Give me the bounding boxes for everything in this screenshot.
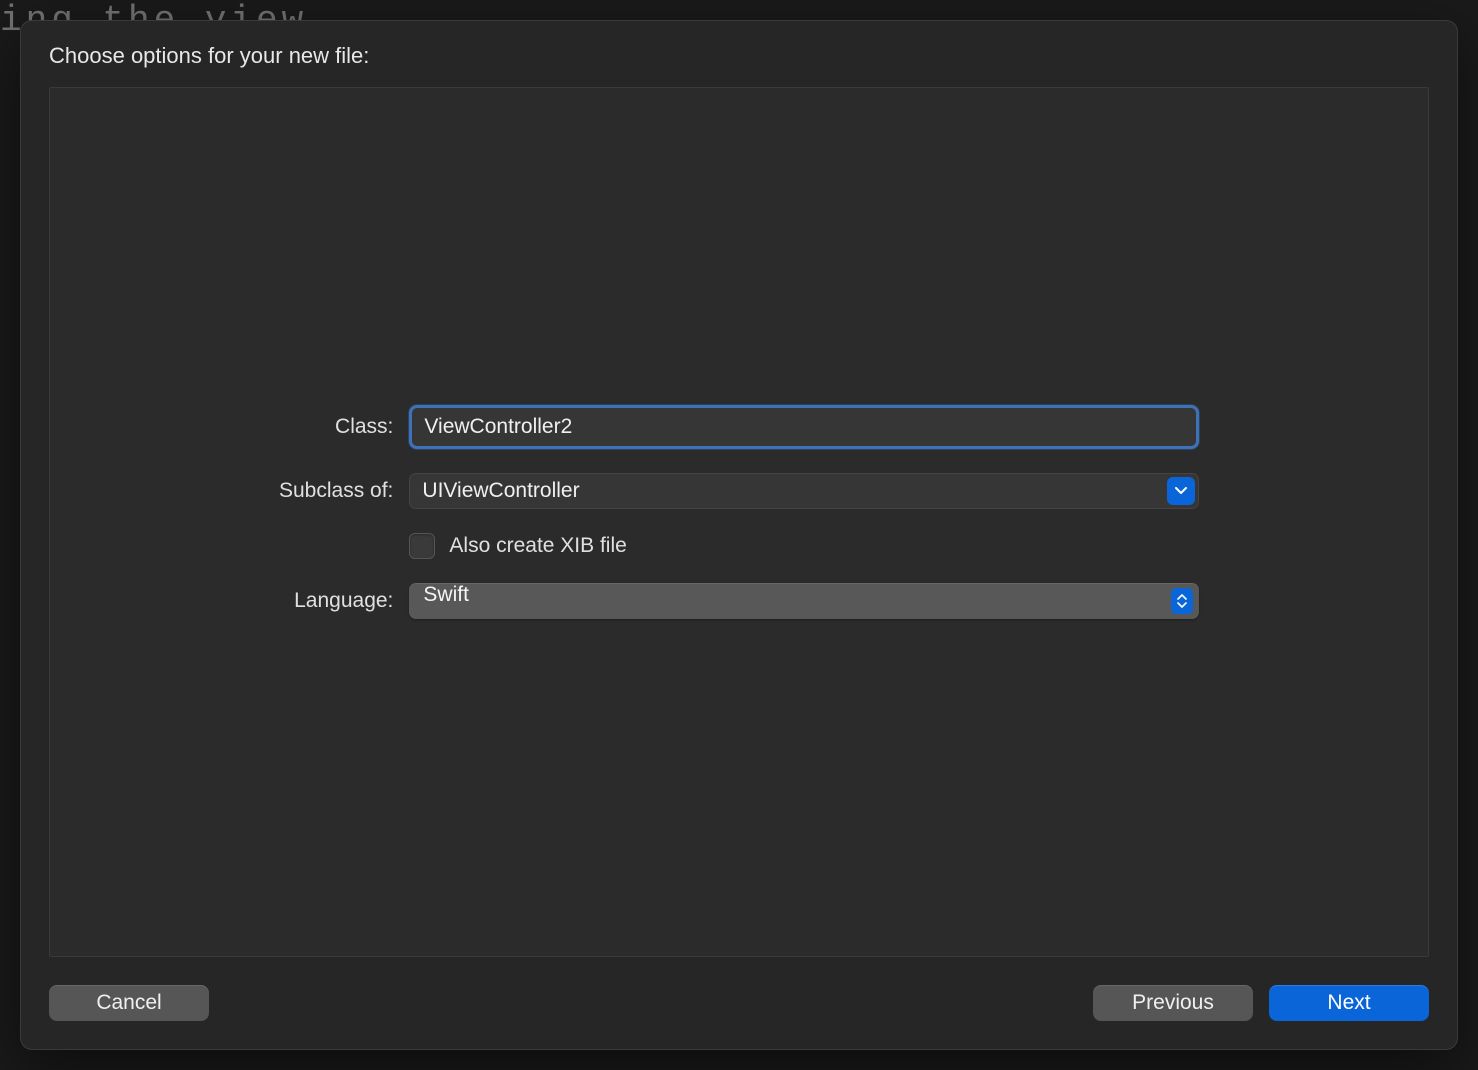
create-xib-checkbox[interactable] (409, 533, 435, 559)
language-label: Language: (279, 589, 393, 613)
options-form: Class: Subclass of: Also create XIB file… (279, 405, 1199, 619)
class-label: Class: (279, 415, 393, 439)
create-xib-label: Also create XIB file (449, 534, 626, 558)
chevron-down-icon (1175, 487, 1187, 495)
previous-button[interactable]: Previous (1093, 985, 1253, 1021)
dialog-title: Choose options for your new file: (21, 21, 1457, 87)
next-button[interactable]: Next (1269, 985, 1429, 1021)
subclass-combo-input[interactable] (409, 473, 1199, 509)
cancel-button[interactable]: Cancel (49, 985, 209, 1021)
class-name-input[interactable] (409, 405, 1199, 449)
new-file-options-dialog: Choose options for your new file: Class:… (20, 20, 1458, 1050)
options-panel: Class: Subclass of: Also create XIB file… (49, 87, 1429, 957)
dialog-button-bar: Cancel Previous Next (21, 985, 1457, 1049)
subclass-dropdown-button[interactable] (1167, 477, 1195, 505)
subclass-label: Subclass of: (279, 479, 393, 503)
language-select[interactable]: Swift (409, 583, 1199, 619)
